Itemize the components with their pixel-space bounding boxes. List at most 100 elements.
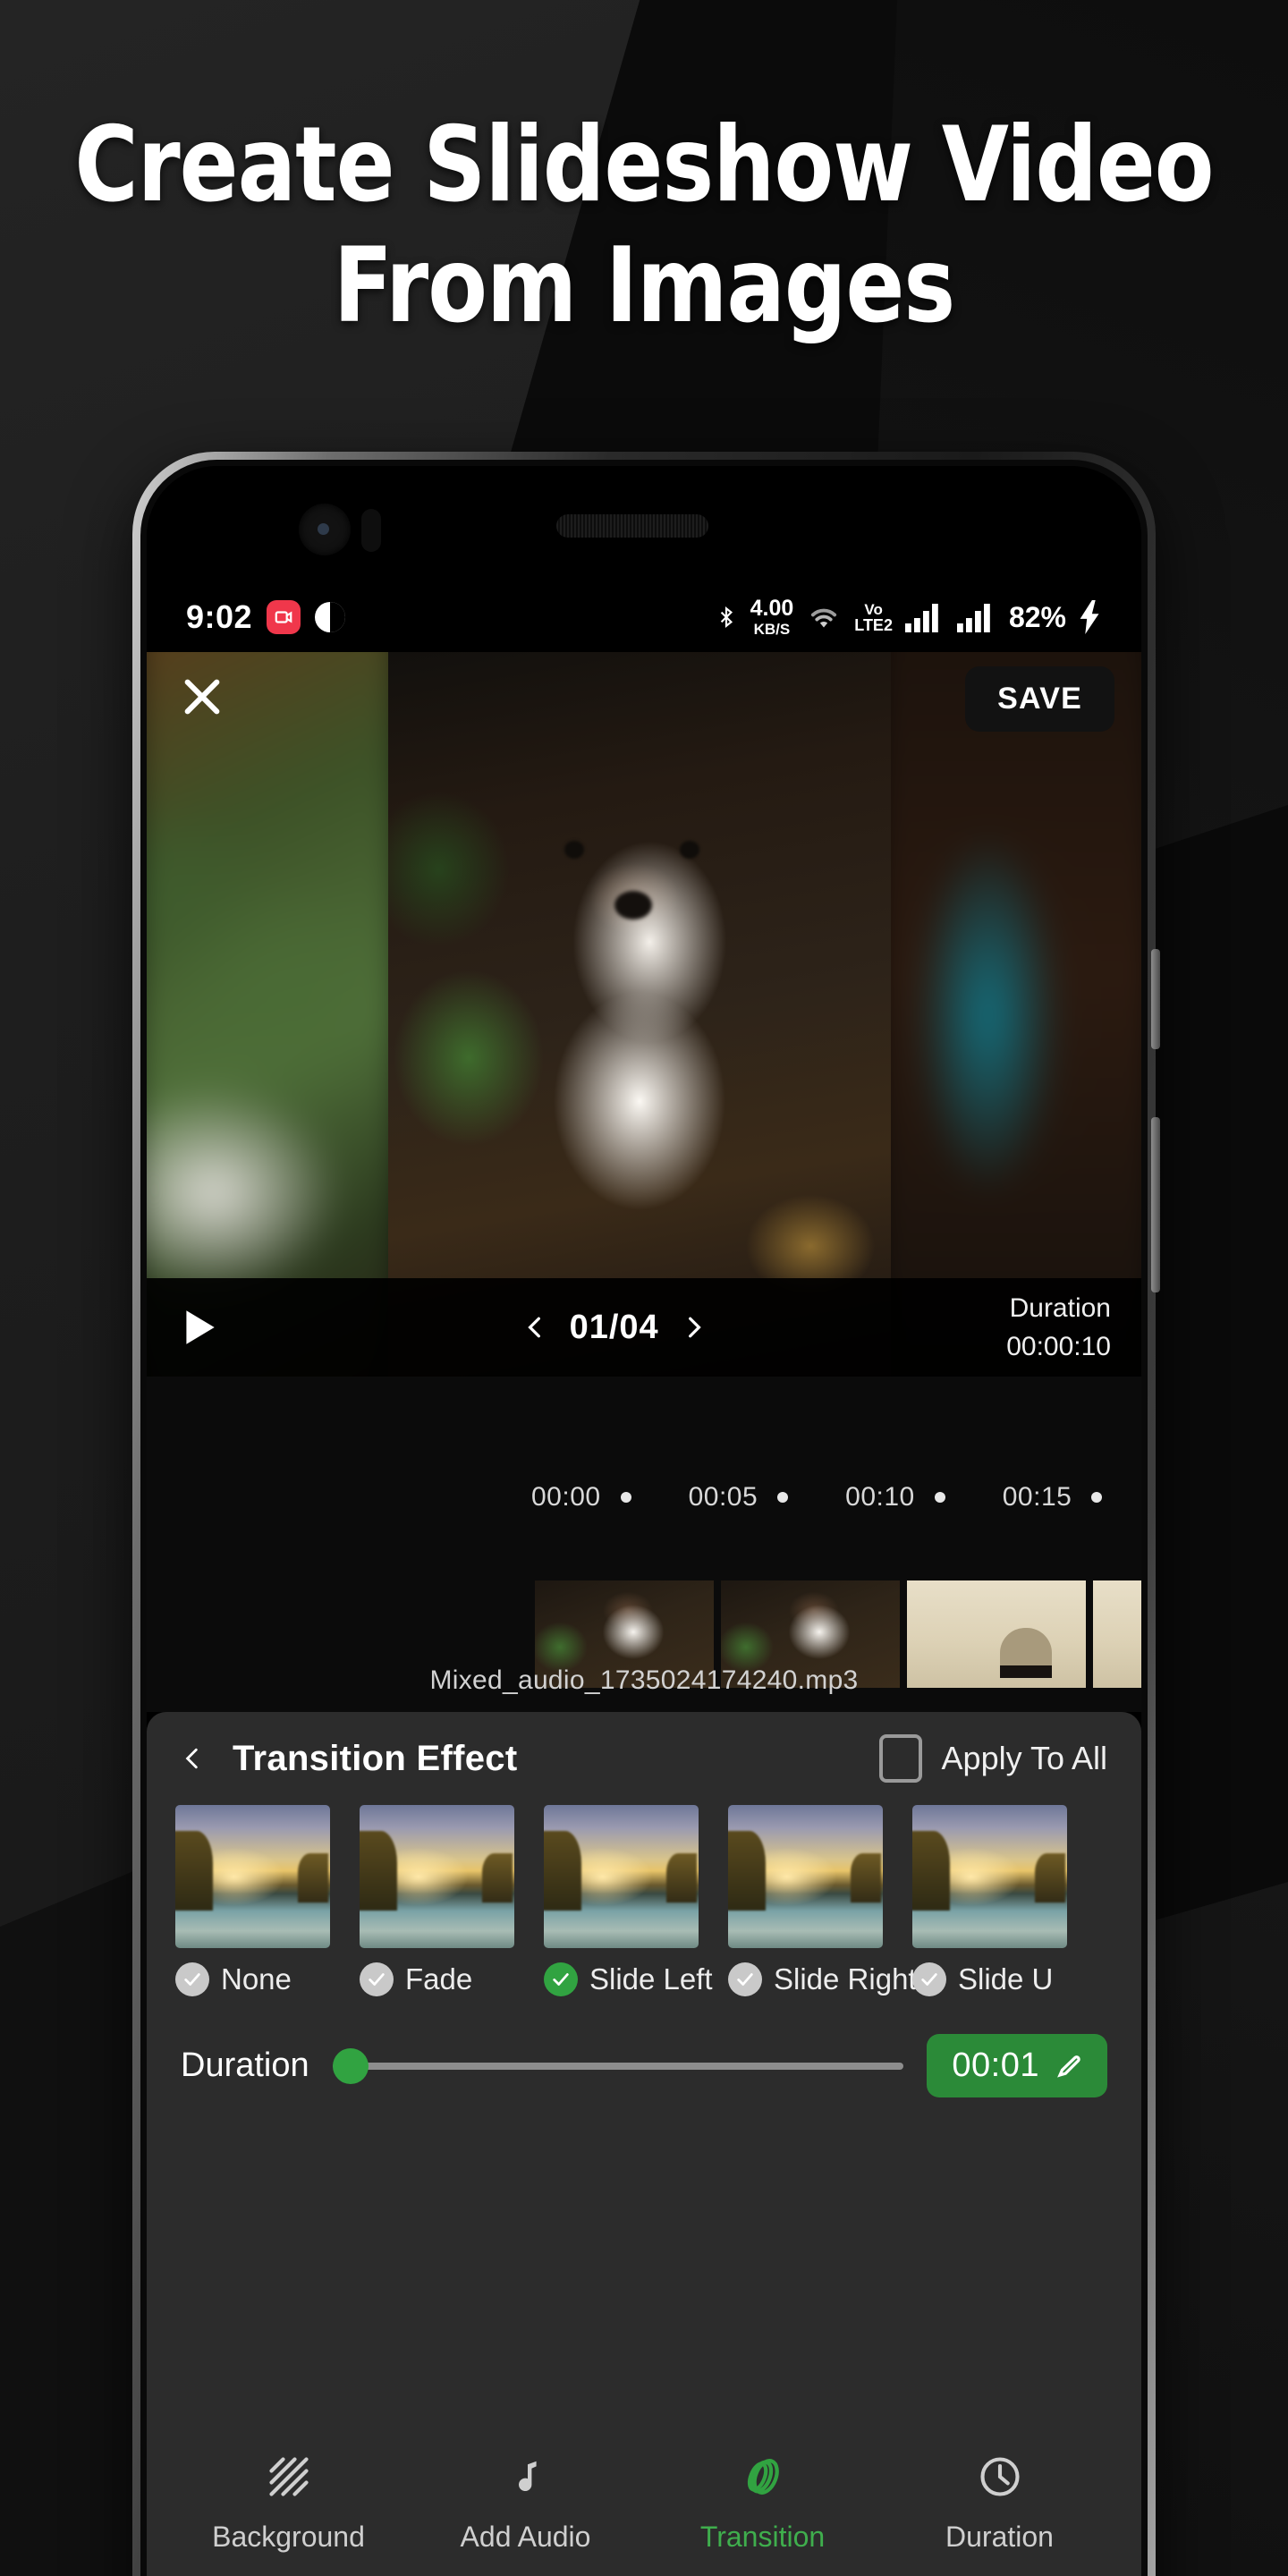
panel-header: Transition Effect Apply To All [147,1712,1141,1805]
apply-to-all-toggle[interactable]: Apply To All [878,1734,1107,1783]
transition-preview-thumbnail [912,1805,1067,1948]
promo-headline: Create Slideshow Video From Images [45,105,1242,346]
transition-preview-thumbnail [728,1805,883,1948]
preview-duration-value: 00:00:10 [1006,1332,1111,1361]
duration-value: 00:01 [952,2046,1039,2084]
close-icon[interactable] [177,672,227,722]
transition-effect-name: Slide U [958,1962,1054,1996]
save-button[interactable]: SAVE [965,666,1114,732]
battery-percent: 82% [1008,600,1066,633]
check-circle-icon [912,1962,946,1996]
transition-effect-name: None [221,1962,292,1996]
charging-bolt-icon [1080,600,1099,634]
timeline-tick-label: 00:00 [531,1482,601,1512]
transition-effect-label-row: Fade [360,1962,514,1996]
slide-index: 01/04 [569,1308,659,1346]
timeline-tick-dot [620,1492,631,1503]
transition-effect-item[interactable]: Slide Right [728,1805,917,1996]
duration-label: Duration [181,2046,309,2084]
transition-effect-label-row: Slide U [912,1962,1067,1996]
diagonal-stripes-icon [263,2451,315,2503]
transition-rings-icon [737,2451,789,2503]
phone-mockup: 9:02 4.00 KB/S Vo LTE2 82% SAVE 01/04 Du… [132,452,1160,2576]
transition-effect-item[interactable]: None [175,1805,330,1996]
nav-item-add-audio[interactable]: Add Audio [436,2451,615,2554]
half-circle-icon [315,602,346,632]
front-camera-icon [299,504,351,555]
status-time: 9:02 [186,598,253,635]
camera-sensor-icon [361,509,381,552]
preview-blurred-left [147,652,403,1377]
checkbox-icon[interactable] [878,1734,922,1783]
nav-item-duration[interactable]: Duration [911,2451,1089,2554]
transition-effect-name: Fade [405,1962,473,1996]
signal-bars-icon [904,604,938,632]
play-icon[interactable] [177,1304,222,1351]
panel-title: Transition Effect [233,1738,518,1778]
transition-effect-item[interactable]: Slide U [912,1805,1067,1996]
transition-effect-label-row: None [175,1962,330,1996]
transition-effect-name: Slide Left [589,1962,713,1996]
slider-thumb[interactable] [332,2047,369,2084]
earpiece-speaker-icon [556,514,708,538]
volte-top: Vo [864,600,883,618]
check-circle-icon [175,1962,209,1996]
timeline-tick-dot [1091,1492,1103,1503]
nav-item-transition[interactable]: Transition [674,2451,852,2554]
volte-bottom: LTE2 [854,615,893,634]
transition-effect-panel: Transition Effect Apply To All None Fade… [147,1712,1141,2576]
transition-effect-name: Slide Right [774,1962,917,1996]
nav-label: Duration [945,2520,1054,2553]
photo-detail [564,840,584,859]
status-bar-left: 9:02 [186,598,346,636]
transition-duration-row: Duration 00:01 [147,2034,1141,2097]
chevron-left-icon[interactable] [181,1741,204,1776]
timeline-tick: 00:15 [1003,1482,1103,1513]
transition-preview-thumbnail [360,1805,514,1948]
duration-slider[interactable] [332,2047,904,2084]
phone-volume-button[interactable] [1151,949,1160,1049]
signal-bars-icon [956,604,990,632]
transition-preview-thumbnail [544,1805,699,1948]
music-note-icon [500,2451,552,2503]
check-circle-icon [728,1962,762,1996]
status-bar: 9:02 4.00 KB/S Vo LTE2 82% [147,582,1141,652]
check-circle-icon-selected [544,1962,578,1996]
nav-label: Transition [699,2520,826,2553]
slide-navigator: 01/04 [523,1309,706,1347]
duration-edit-button[interactable]: 00:01 [927,2034,1107,2097]
bottom-navigation: Background Add Audio Transition Duration [147,2416,1141,2576]
check-circle-icon [360,1962,394,1996]
photo-detail [679,840,699,859]
transition-effect-label-row: Slide Left [544,1962,713,1996]
data-rate-indicator: 4.00 KB/S [750,596,794,638]
preview-controls: 01/04 Duration 00:00:10 [147,1278,1141,1377]
chevron-right-icon[interactable] [682,1309,706,1345]
audio-track-name[interactable]: Mixed_audio_1735024174240.mp3 [147,1665,1141,1696]
volte-indicator: Vo LTE2 [854,602,893,633]
phone-notch-area [147,466,1141,582]
phone-inner-bezel: 9:02 4.00 KB/S Vo LTE2 82% SAVE 01/04 Du… [140,460,1148,2576]
slider-track [332,2062,904,2070]
preview-photo-puppy [388,652,891,1377]
data-rate-value: 4.00 [750,596,794,621]
nav-item-background[interactable]: Background [199,2451,378,2554]
video-preview[interactable]: SAVE 01/04 Duration 00:00:10 [147,652,1141,1377]
clock-icon [974,2451,1026,2503]
nav-label: Background [212,2520,365,2553]
timeline[interactable]: 00:00 00:05 00:10 00:15 Mixed_audio_1735… [147,1377,1141,1712]
transition-effect-list[interactable]: None Fade Slide Left Slide Right Slide U [147,1805,1141,1996]
timeline-tick-label: 00:05 [688,1482,758,1512]
chevron-left-icon[interactable] [523,1309,547,1345]
headline-line-1: Create Slideshow Video [74,105,1214,225]
timeline-tick-dot [934,1492,945,1503]
data-rate-unit: KB/S [753,621,791,638]
phone-power-button[interactable] [1151,1117,1160,1292]
headline-line-2: From Images [333,225,955,346]
transition-effect-item[interactable]: Fade [360,1805,514,1996]
transition-effect-item-selected[interactable]: Slide Left [544,1805,713,1996]
timeline-tick-dot [777,1492,789,1503]
timeline-tick: 00:05 [689,1482,789,1513]
app-content: SAVE 01/04 Duration 00:00:10 00:00 00:05… [147,652,1141,2576]
timeline-ruler: 00:00 00:05 00:10 00:15 [147,1482,1141,1513]
